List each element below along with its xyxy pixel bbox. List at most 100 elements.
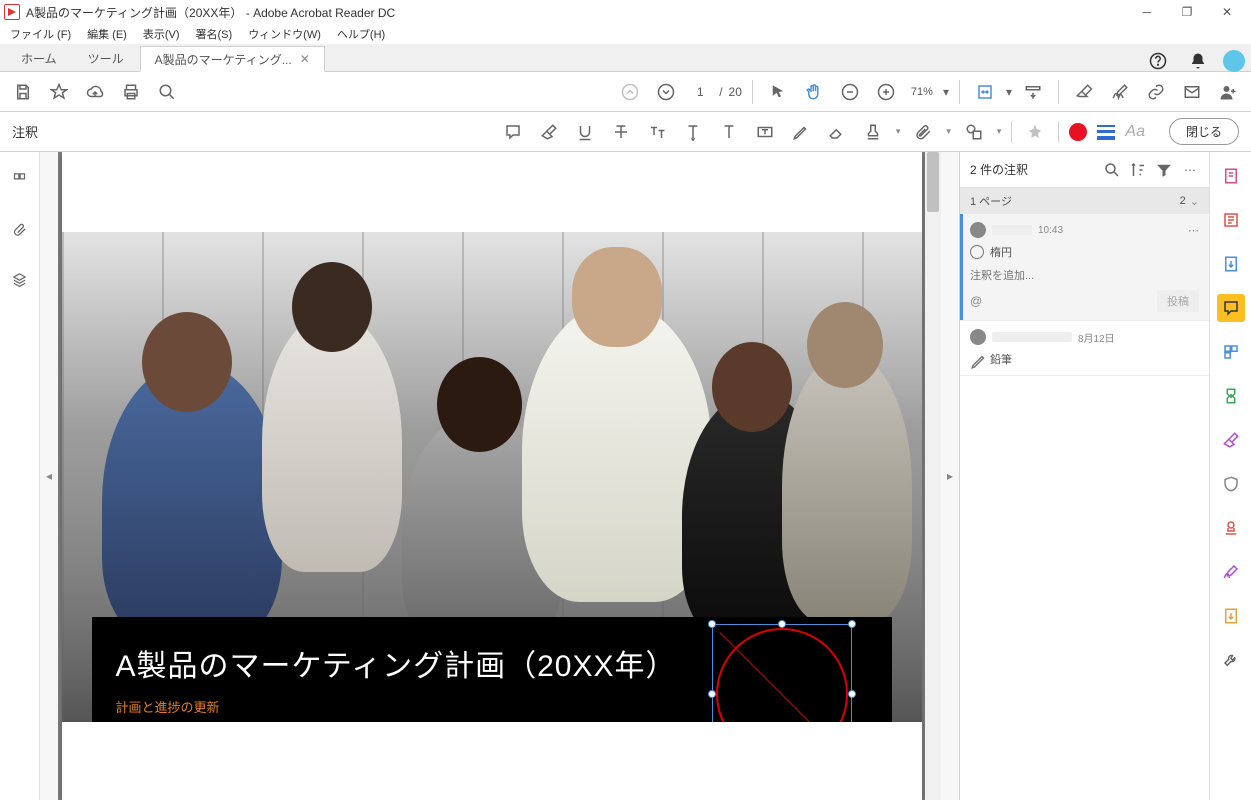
menu-bar: ファイル (F) 編集 (E) 表示(V) 署名(S) ウィンドウ(W) ヘルプ… — [0, 24, 1251, 44]
comment-menu-icon[interactable]: ⋯ — [1188, 224, 1199, 237]
document-viewport[interactable]: A製品のマーケティング計画（20XX年） 計画と進捗の更新 — [58, 152, 925, 800]
menu-window[interactable]: ウィンドウ(W) — [242, 24, 327, 44]
shapes-dropdown-icon[interactable]: ▾ — [997, 126, 1002, 137]
hand-icon[interactable] — [799, 77, 829, 107]
zoom-dropdown-icon[interactable]: ▾ — [943, 85, 949, 99]
comment-time: 10:43 — [1038, 225, 1063, 236]
document-area: ◂ A製品のマーケティング計画（20XX年） 計画と進捗の更新 — [40, 152, 959, 800]
comments-sort-icon[interactable] — [1129, 161, 1147, 179]
font-style-icon[interactable]: Aa — [1125, 123, 1145, 141]
comments-panel: 2 件の注釈 ⋯ 1 ページ 2 ⌄ 10:43 ⋯ 楕円 — [959, 152, 1209, 800]
star-icon[interactable] — [44, 77, 74, 107]
rail-export-icon[interactable] — [1217, 250, 1245, 278]
sticky-note-icon[interactable] — [500, 119, 526, 145]
tab-close-icon[interactable]: ✕ — [300, 52, 310, 66]
save-icon[interactable] — [8, 77, 38, 107]
menu-file[interactable]: ファイル (F) — [4, 24, 77, 44]
help-icon[interactable] — [1143, 46, 1173, 76]
stamp-dropdown-icon[interactable]: ▾ — [896, 126, 901, 137]
close-window-button[interactable]: ✕ — [1207, 0, 1247, 24]
page-number-input[interactable] — [687, 85, 713, 99]
comment-item[interactable]: 8月12日 鉛筆 — [960, 321, 1209, 376]
next-page-nav[interactable]: ▸ — [941, 152, 959, 800]
mail-icon[interactable] — [1177, 77, 1207, 107]
textbox-icon[interactable] — [752, 119, 778, 145]
pin-icon[interactable] — [1022, 119, 1048, 145]
eraser-icon[interactable] — [824, 119, 850, 145]
tab-home[interactable]: ホーム — [6, 45, 72, 71]
color-picker-icon[interactable] — [1069, 123, 1087, 141]
thumbnails-icon[interactable] — [5, 164, 35, 194]
author-avatar-icon — [970, 329, 986, 345]
oval-annotation[interactable] — [712, 624, 852, 722]
sign-icon[interactable] — [1105, 77, 1135, 107]
pointer-icon[interactable] — [763, 77, 793, 107]
minimize-button[interactable]: ─ — [1127, 0, 1167, 24]
print-icon[interactable] — [116, 77, 146, 107]
zoom-in-icon[interactable] — [871, 77, 901, 107]
rail-convert-icon[interactable] — [1217, 602, 1245, 630]
avatar[interactable] — [1223, 50, 1245, 72]
search-icon[interactable] — [152, 77, 182, 107]
menu-help[interactable]: ヘルプ(H) — [331, 24, 391, 44]
attach-dropdown-icon[interactable]: ▾ — [946, 126, 951, 137]
rail-compress-icon[interactable] — [1217, 382, 1245, 410]
comments-more-icon[interactable]: ⋯ — [1181, 161, 1199, 179]
prev-page-nav[interactable]: ◂ — [40, 152, 58, 800]
page-up-icon[interactable] — [615, 77, 645, 107]
comments-header: 2 件の注釈 ⋯ — [960, 152, 1209, 188]
rail-organize-icon[interactable] — [1217, 338, 1245, 366]
zoom-level[interactable]: 71% — [907, 86, 937, 98]
comments-search-icon[interactable] — [1103, 161, 1121, 179]
strikethrough-icon[interactable] — [608, 119, 634, 145]
mention-icon[interactable]: @ — [970, 294, 982, 308]
tab-tools[interactable]: ツール — [73, 45, 139, 71]
menu-sign[interactable]: 署名(S) — [190, 24, 239, 44]
comments-filter-icon[interactable] — [1155, 161, 1173, 179]
app-icon — [4, 4, 20, 20]
layers-icon[interactable] — [5, 264, 35, 294]
attachments-icon[interactable] — [5, 214, 35, 244]
share-user-icon[interactable] — [1213, 77, 1243, 107]
pencil-icon[interactable] — [788, 119, 814, 145]
comments-page-group[interactable]: 1 ページ 2 ⌄ — [960, 188, 1209, 214]
rail-fill-sign-icon[interactable] — [1217, 558, 1245, 586]
add-comment-input[interactable] — [970, 266, 1199, 286]
comment-toolbar: 注釈 ▾ ▾ ▾ Aa 閉じる — [0, 112, 1251, 152]
maximize-button[interactable]: ❐ — [1167, 0, 1207, 24]
menu-view[interactable]: 表示(V) — [137, 24, 186, 44]
replace-text-icon[interactable] — [644, 119, 670, 145]
tab-document[interactable]: A製品のマーケティング... ✕ — [140, 46, 325, 72]
highlight-icon[interactable] — [536, 119, 562, 145]
link-icon[interactable] — [1141, 77, 1171, 107]
page-total: 20 — [729, 85, 742, 99]
rail-edit-pdf-icon[interactable] — [1217, 206, 1245, 234]
underline-text-icon[interactable] — [572, 119, 598, 145]
vertical-scrollbar[interactable] — [925, 152, 941, 800]
comment-item[interactable]: 10:43 ⋯ 楕円 @ 投稿 — [960, 214, 1209, 321]
page-down-icon[interactable] — [651, 77, 681, 107]
post-button[interactable]: 投稿 — [1157, 290, 1199, 312]
line-thickness-icon[interactable] — [1097, 125, 1115, 139]
zoom-out-icon[interactable] — [835, 77, 865, 107]
text-comment-icon[interactable] — [716, 119, 742, 145]
cloud-upload-icon[interactable] — [80, 77, 110, 107]
rail-redact-icon[interactable] — [1217, 426, 1245, 454]
fit-dropdown-icon[interactable]: ▾ — [1006, 85, 1012, 99]
erase-icon[interactable] — [1069, 77, 1099, 107]
rail-more-tools-icon[interactable] — [1217, 646, 1245, 674]
insert-text-icon[interactable] — [680, 119, 706, 145]
shapes-icon[interactable] — [961, 119, 987, 145]
fit-width-icon[interactable] — [970, 77, 1000, 107]
menu-edit[interactable]: 編集 (E) — [81, 24, 133, 44]
attach-icon[interactable] — [910, 119, 936, 145]
stamp-icon[interactable] — [860, 119, 886, 145]
rail-create-pdf-icon[interactable] — [1217, 162, 1245, 190]
rail-comment-icon[interactable] — [1217, 294, 1245, 322]
bell-icon[interactable] — [1183, 46, 1213, 76]
close-comment-button[interactable]: 閉じる — [1169, 118, 1239, 145]
rail-protect-icon[interactable] — [1217, 470, 1245, 498]
comments-page-count: 2 — [1180, 195, 1186, 207]
read-mode-icon[interactable] — [1018, 77, 1048, 107]
rail-stamp-icon[interactable] — [1217, 514, 1245, 542]
